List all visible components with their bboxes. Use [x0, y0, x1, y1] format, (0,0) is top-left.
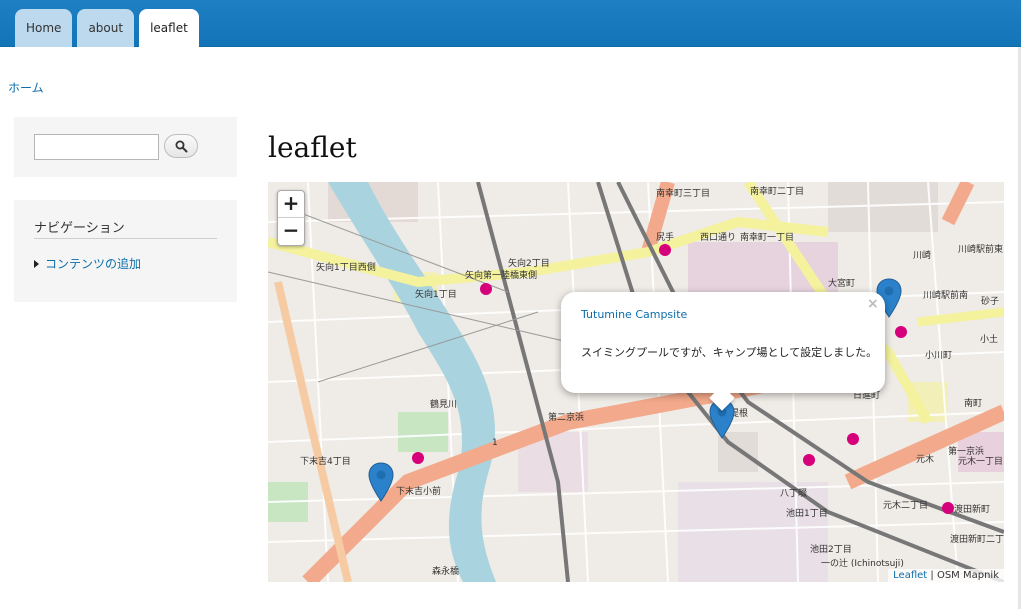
- primary-tabs: Home about leaflet: [15, 9, 199, 47]
- map-label: 南幸町三丁目: [656, 187, 710, 199]
- page-title: leaflet: [268, 131, 357, 164]
- close-icon[interactable]: ×: [867, 296, 879, 312]
- marker-popup: × Tutumine Campsite スイミングプールですが、キャンプ場として…: [561, 292, 885, 411]
- map-label: 小土: [980, 333, 998, 345]
- map-label: 下末吉4丁目: [300, 455, 351, 467]
- map-attribution: Leaflet | OSM Mapnik: [888, 569, 1004, 582]
- map-label: 下末吉小前: [396, 485, 441, 497]
- tile-attribution: OSM Mapnik: [936, 570, 999, 581]
- map-label: 矢向1丁目: [415, 288, 457, 300]
- map-label: 池田1丁目: [786, 507, 828, 519]
- navigation-block: ナビゲーション コンテンツの追加: [14, 200, 237, 302]
- map-label: 南幸町二丁目: [750, 185, 804, 197]
- map-label: 矢向第一陸橋東側: [465, 269, 537, 281]
- top-navigation-bar: Home about leaflet: [0, 0, 1021, 47]
- map-label: 一の辻 (Ichinotsuji): [821, 557, 904, 569]
- map-label: 南幸町一丁目: [740, 231, 794, 243]
- tab-home[interactable]: Home: [15, 9, 73, 47]
- map-label: 元木二丁目: [883, 499, 928, 511]
- search-block: [14, 117, 237, 177]
- zoom-out-button[interactable]: −: [278, 218, 304, 245]
- zoom-in-button[interactable]: +: [278, 191, 304, 218]
- tab-about[interactable]: about: [77, 9, 135, 47]
- map-label: 1: [492, 438, 498, 448]
- map-label: 森永橋: [432, 565, 459, 577]
- popup-title-link[interactable]: Tutumine Campsite: [581, 308, 687, 321]
- map-label: 尻手: [656, 231, 674, 243]
- tab-leaflet[interactable]: leaflet: [139, 9, 199, 47]
- leaflet-map[interactable]: 南幸町三丁目 南幸町二丁目 西口通り 南幸町一丁目 尻手 矢向1丁目西側 矢向2…: [268, 182, 1004, 582]
- search-button[interactable]: [164, 134, 198, 158]
- search-input[interactable]: [34, 134, 159, 160]
- popup-text: スイミングプールですが、キャンプ場として設定しました。: [581, 346, 878, 359]
- map-label: 大宮町: [828, 277, 855, 289]
- zoom-control: + −: [277, 190, 305, 246]
- map-label: 川崎駅前南: [923, 289, 968, 301]
- divider: [34, 238, 217, 239]
- map-label: 西口通り: [700, 232, 736, 243]
- map-label: 南町: [964, 397, 982, 409]
- map-label: 八丁畷: [780, 488, 807, 499]
- search-icon: [175, 140, 187, 152]
- attribution-separator: |: [927, 570, 937, 581]
- triangle-right-icon: [34, 259, 39, 268]
- map-label: 池田2丁目: [810, 543, 852, 555]
- leaflet-link[interactable]: Leaflet: [893, 570, 927, 581]
- nav-item-label: コンテンツの追加: [45, 257, 142, 271]
- navigation-title: ナビゲーション: [34, 221, 125, 236]
- map-label: 砂子: [981, 295, 999, 307]
- nav-item-add-content[interactable]: コンテンツの追加: [34, 255, 141, 272]
- map-label: 鶴見川: [430, 398, 457, 410]
- map-label: 元木一丁目: [958, 455, 1003, 467]
- breadcrumb-home-link[interactable]: ホーム: [8, 79, 44, 96]
- map-label: 小川町: [925, 350, 952, 361]
- map-label: 第一京浜: [948, 445, 984, 457]
- map-label: 矢向1丁目西側: [316, 261, 376, 273]
- map-label: 元木: [916, 453, 934, 465]
- map-label: 川崎駅前東: [958, 243, 1003, 255]
- map-label: 矢向2丁目: [508, 257, 550, 269]
- map-label: 川崎: [913, 249, 931, 261]
- map-label: 第二京浜: [548, 411, 584, 423]
- map-pin-icon[interactable]: [368, 462, 394, 502]
- map-label: 渡田新町: [954, 503, 990, 515]
- map-label: 渡田新町二丁目: [950, 533, 1004, 545]
